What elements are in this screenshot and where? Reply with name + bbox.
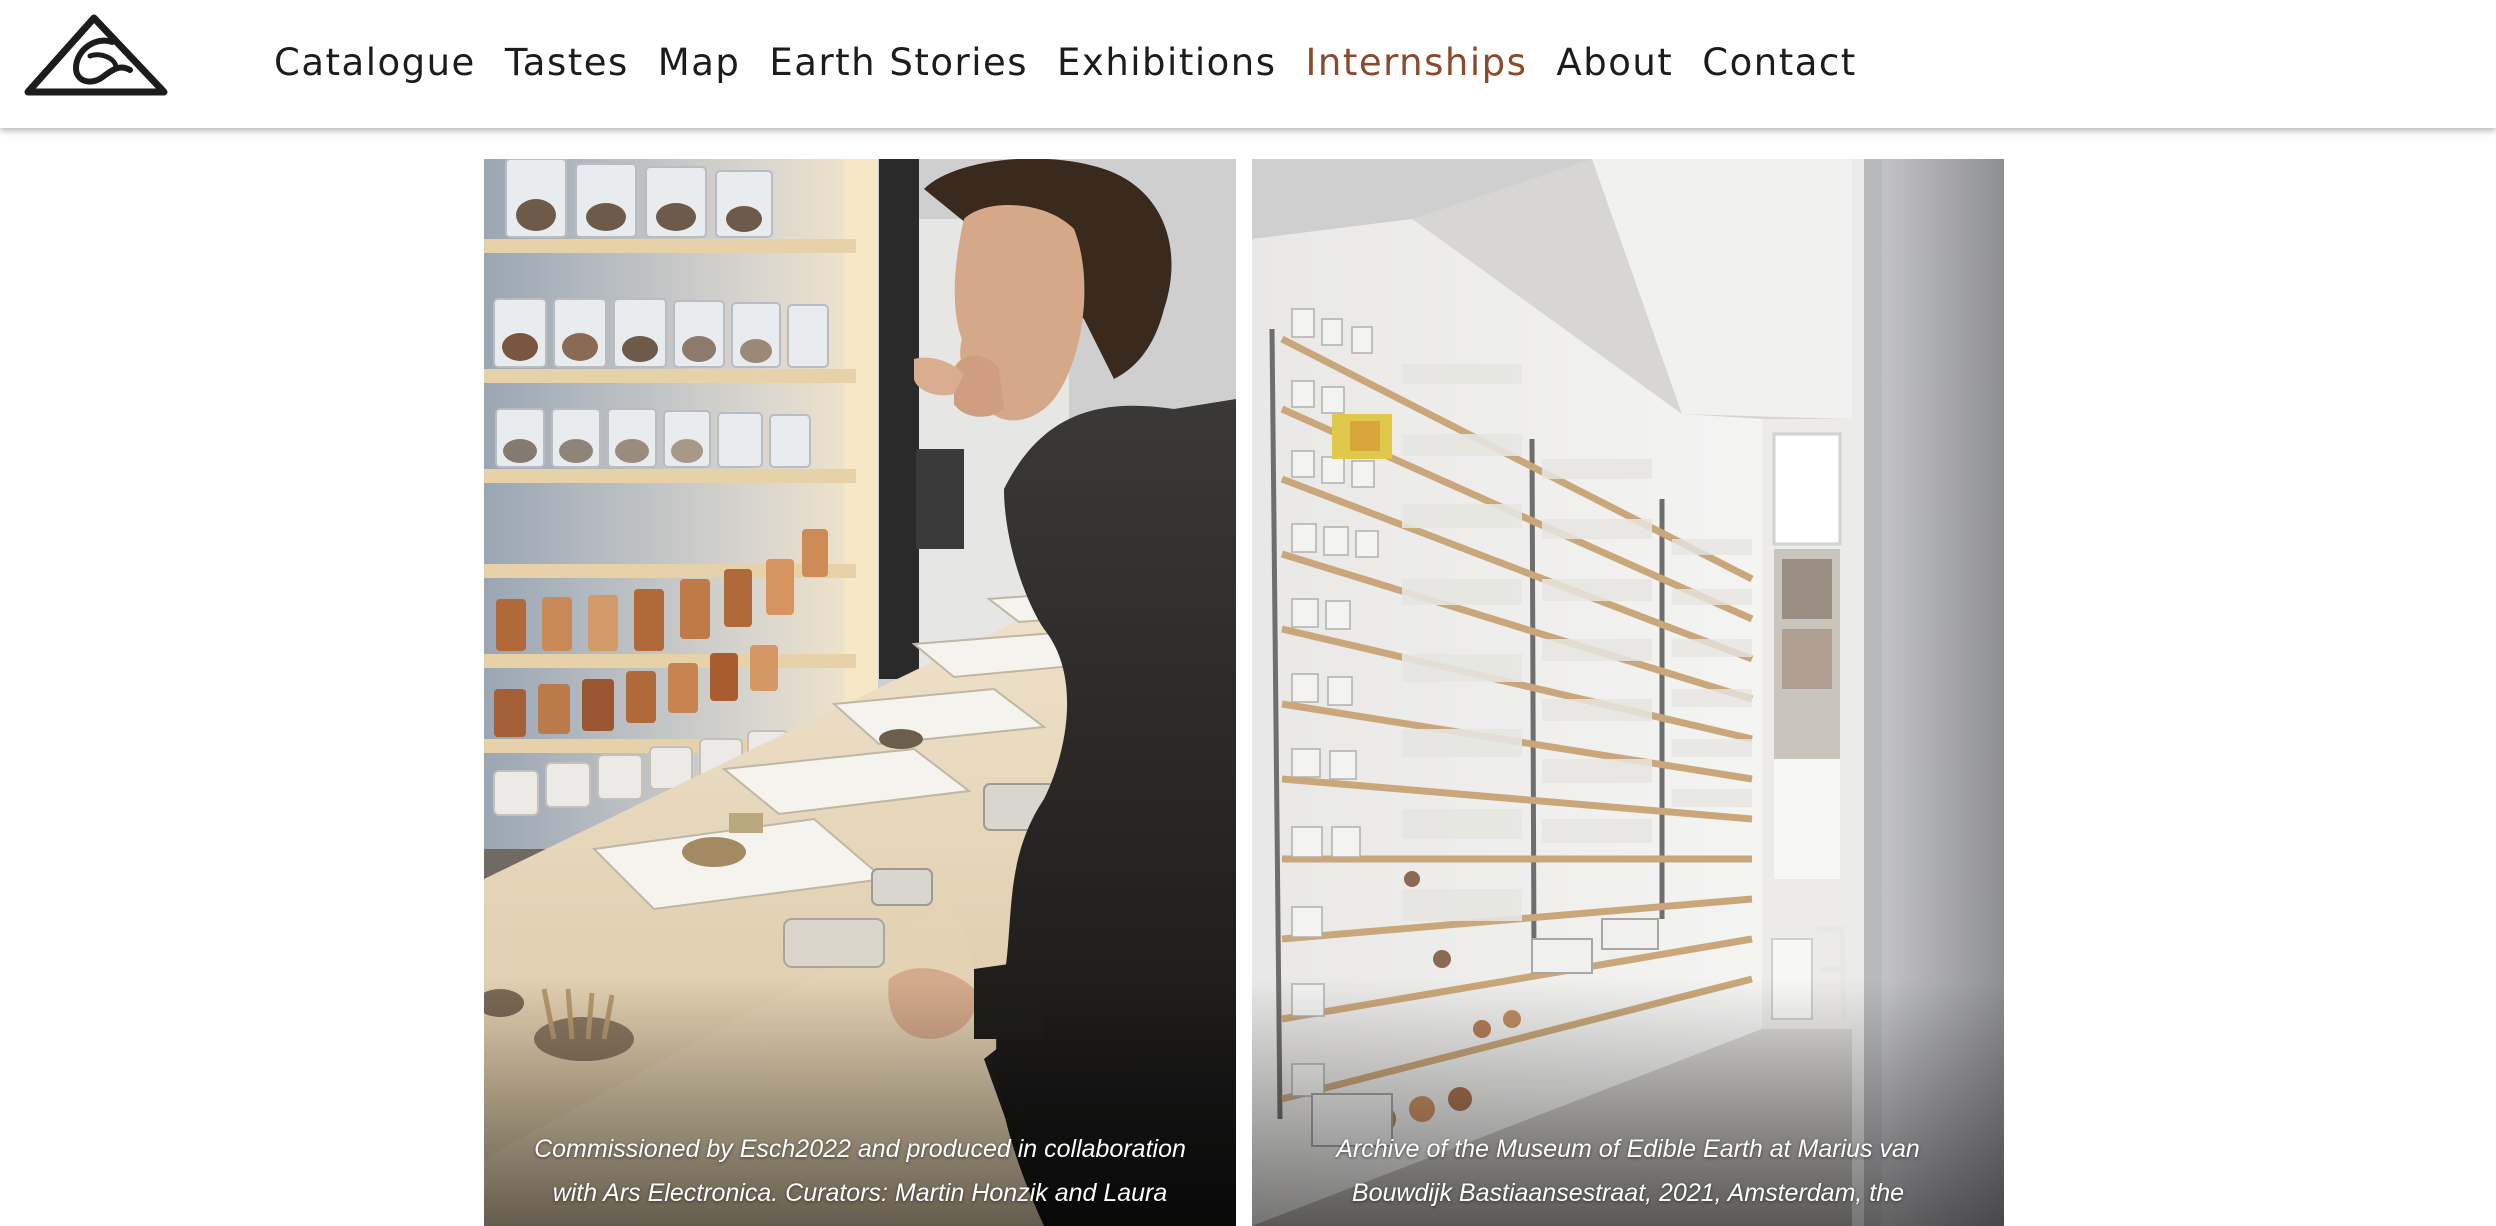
home-logo-link[interactable] <box>24 12 168 96</box>
image-caption: Commissioned by Esch2022 and produced in… <box>514 1127 1206 1215</box>
nav-item-map[interactable]: Map <box>658 44 741 81</box>
nav-item-exhibitions[interactable]: Exhibitions <box>1057 44 1276 81</box>
nav-item-internships[interactable]: Internships <box>1305 44 1527 81</box>
nav-item-tastes[interactable]: Tastes <box>505 44 629 81</box>
caption-line: Bouwdijk Bastiaansestraat, 2021, Amsterd… <box>1351 1179 1905 1207</box>
caption-line: Archive of the Museum of Edible Earth at… <box>1336 1135 1920 1163</box>
gallery-image-tasting-exhibition[interactable]: Commissioned by Esch2022 and produced in… <box>484 159 1236 1226</box>
image-gallery: Commissioned by Esch2022 and produced in… <box>484 159 2004 1226</box>
gallery-image-archive-room[interactable]: Archive of the Museum of Edible Earth at… <box>1252 159 2004 1226</box>
nav-item-contact[interactable]: Contact <box>1702 44 1856 81</box>
nav-item-about[interactable]: About <box>1556 44 1673 81</box>
caption-line: with Ars Electronica. Curators: Martin H… <box>552 1179 1168 1207</box>
caption-line: Commissioned by Esch2022 and produced in… <box>534 1135 1186 1163</box>
tasting-exhibition-photo <box>484 159 1236 1226</box>
archive-room-photo <box>1252 159 2004 1226</box>
nav-item-earth-stories[interactable]: Earth Stories <box>769 44 1028 81</box>
nav-item-catalogue[interactable]: Catalogue <box>274 44 476 81</box>
site-header: Catalogue Tastes Map Earth Stories Exhib… <box>0 0 2496 128</box>
mountain-stone-logo-icon <box>24 14 168 96</box>
main-nav: Catalogue Tastes Map Earth Stories Exhib… <box>274 30 1857 94</box>
image-caption: Archive of the Museum of Edible Earth at… <box>1282 1127 1974 1215</box>
